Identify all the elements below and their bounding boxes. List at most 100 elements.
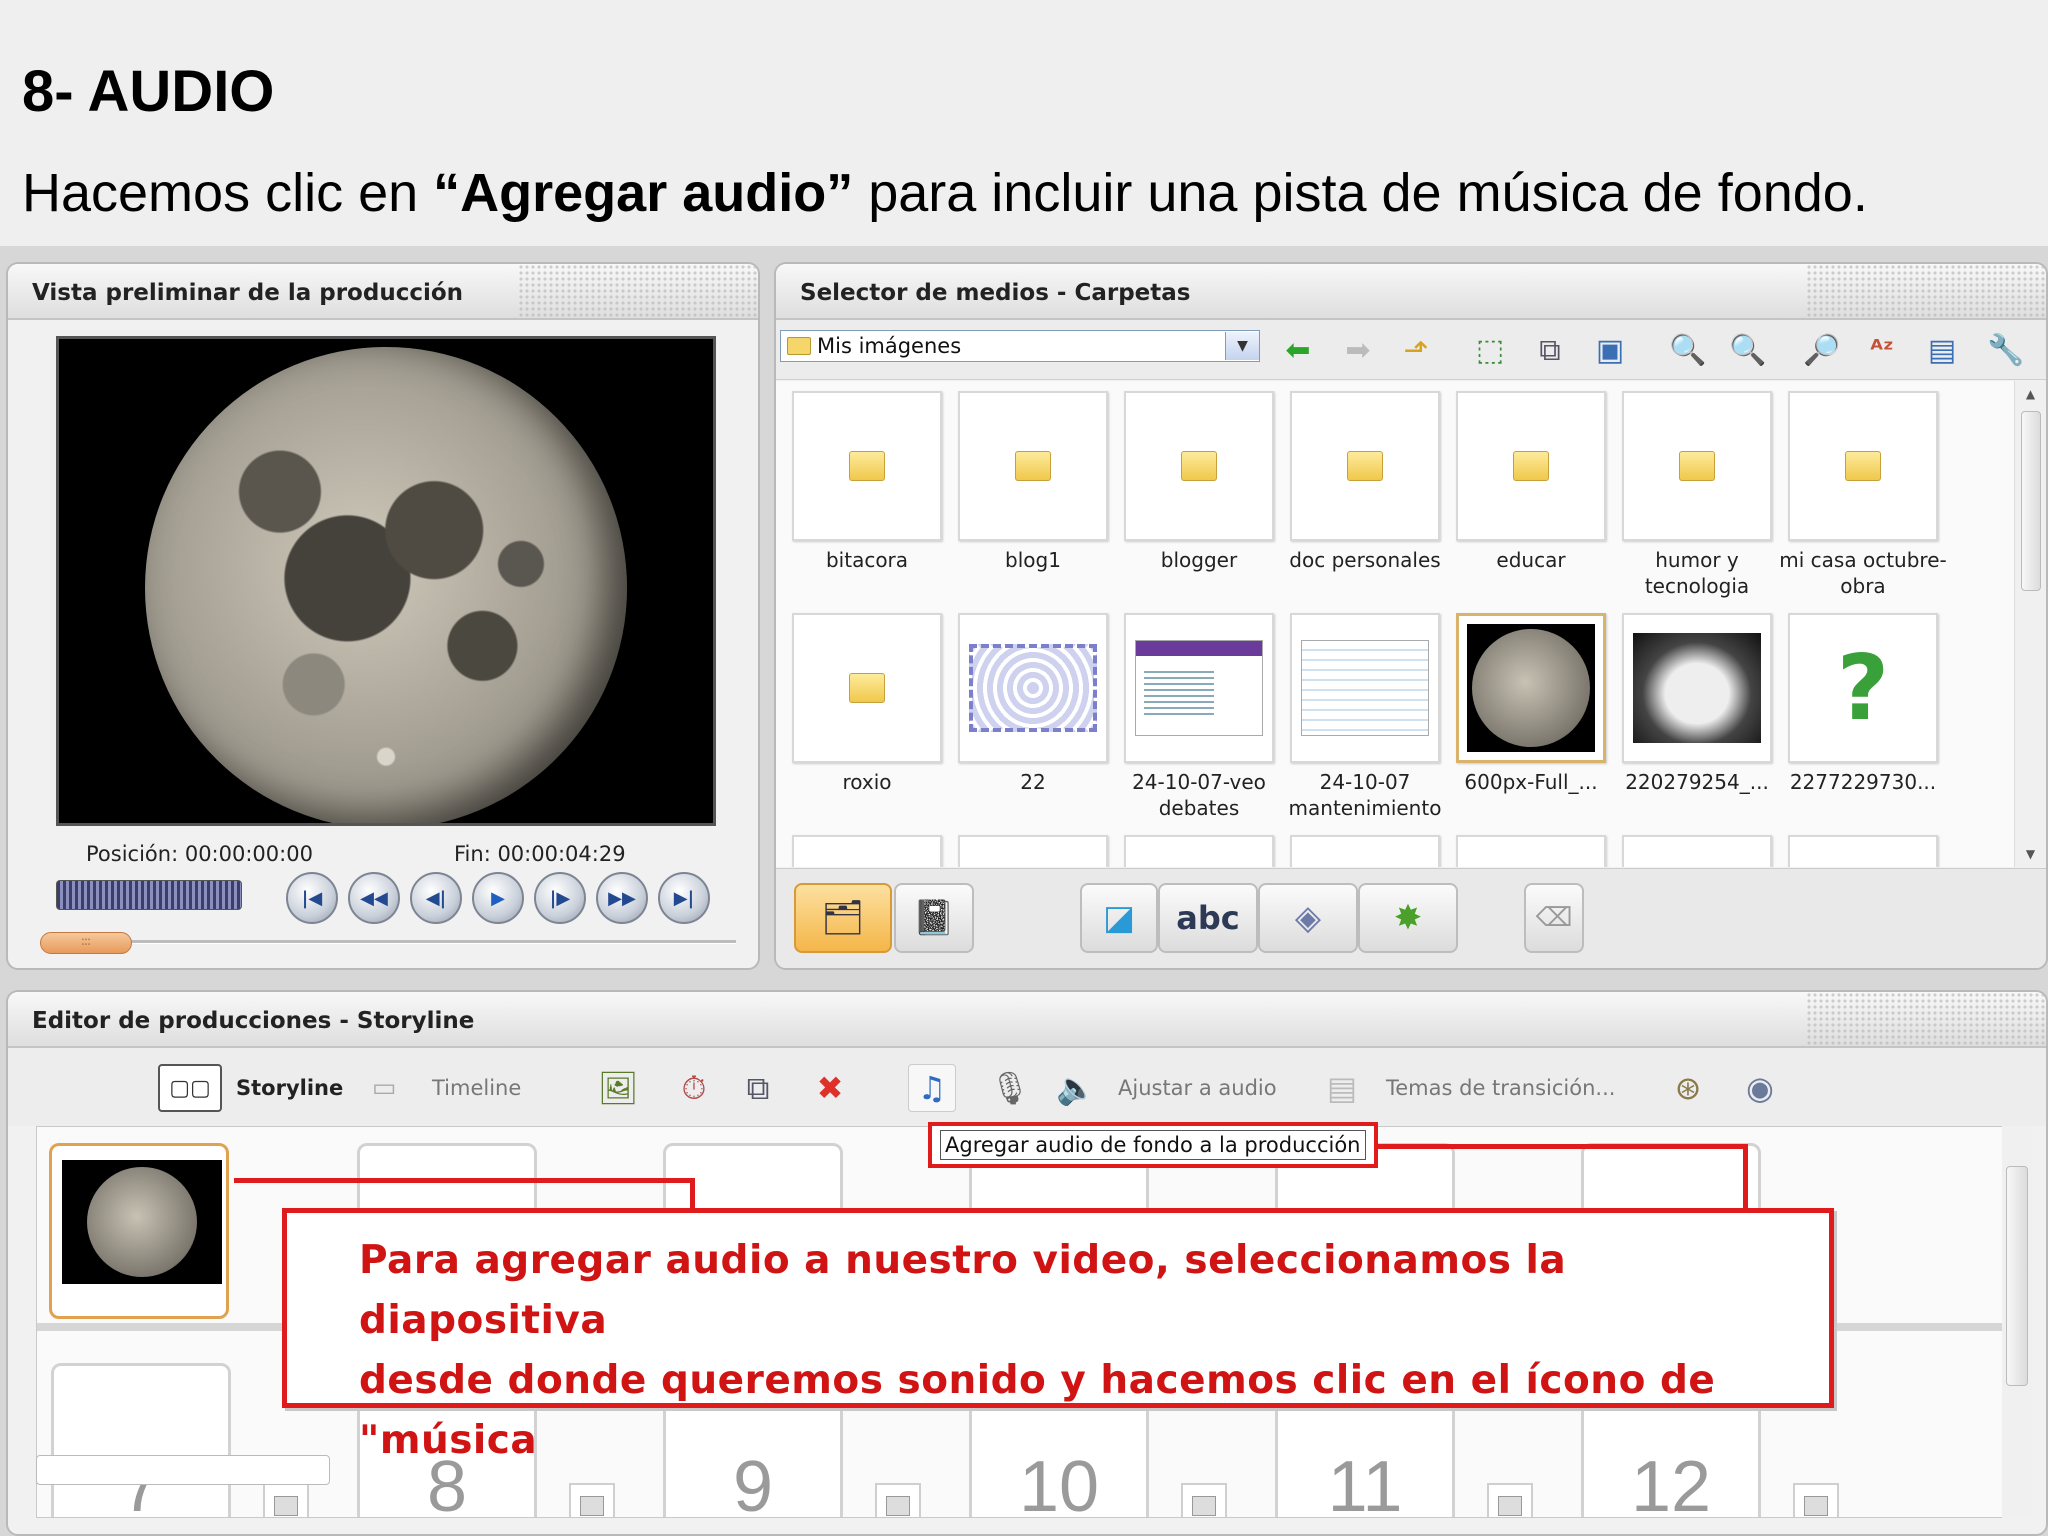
- microphone-icon[interactable]: 🎙: [986, 1064, 1034, 1112]
- media-item[interactable]: [958, 391, 1108, 541]
- copy-icon[interactable]: ⧉: [1530, 330, 1570, 370]
- transition-slot[interactable]: [1793, 1483, 1839, 1517]
- fast-forward-icon[interactable]: ▶▶: [596, 872, 648, 924]
- film-reel-icon[interactable]: ⊛: [1664, 1064, 1712, 1112]
- color-background-button[interactable]: ◪: [1080, 883, 1158, 953]
- media-item[interactable]: [1124, 835, 1274, 867]
- transition-slot[interactable]: [1487, 1483, 1533, 1517]
- sort-az-icon[interactable]: ᴬᶻ: [1862, 330, 1902, 370]
- annotation-line: [234, 1178, 694, 1183]
- text-button[interactable]: abc: [1158, 883, 1258, 953]
- speaker-icon[interactable]: 🔈: [1052, 1064, 1100, 1112]
- image-thumbnail: [969, 644, 1097, 732]
- horizontal-scrollbar-thumb[interactable]: [36, 1455, 330, 1485]
- scrollbar-thumb[interactable]: [2021, 411, 2041, 591]
- folder-icon: [849, 451, 885, 481]
- effects-button[interactable]: ✸: [1358, 883, 1458, 953]
- media-item[interactable]: [1124, 613, 1274, 763]
- step-back-icon[interactable]: ◀|: [410, 872, 462, 924]
- duration-icon[interactable]: ⏱: [670, 1064, 718, 1112]
- transition-themes-icon[interactable]: ▤: [1318, 1064, 1366, 1112]
- layers-icon: ◈: [1294, 898, 1322, 938]
- media-item-label: 220279254_...: [1625, 770, 1769, 794]
- callout-line-2: desde donde queremos sonido y hacemos cl…: [359, 1358, 1716, 1463]
- media-item[interactable]: [1124, 391, 1274, 541]
- transition-slot[interactable]: [875, 1483, 921, 1517]
- media-item[interactable]: [1290, 391, 1440, 541]
- step-forward-icon[interactable]: |▶: [534, 872, 586, 924]
- scrub-track[interactable]: [42, 940, 736, 944]
- folder-icon: [1679, 451, 1715, 481]
- storyline-icon[interactable]: ▢▢: [158, 1064, 222, 1112]
- tooltip-text: Agregar audio de fondo a la producción: [940, 1130, 1366, 1160]
- edit-slide-icon[interactable]: 🖼: [594, 1064, 642, 1112]
- scrollbar-thumb[interactable]: [2006, 1166, 2028, 1386]
- scroll-down-icon[interactable]: ▼: [2015, 841, 2046, 867]
- add-audio-icon[interactable]: ♫: [908, 1064, 956, 1112]
- skip-start-icon[interactable]: |◀: [286, 872, 338, 924]
- subtitle-bold: “Agregar audio”: [433, 163, 854, 223]
- editor-panel-title: Editor de producciones - Storyline: [8, 992, 2046, 1048]
- zoom-in-icon[interactable]: 🔍: [1668, 330, 1708, 370]
- media-item[interactable]: [1788, 835, 1938, 867]
- scroll-up-icon[interactable]: ▲: [2015, 381, 2046, 407]
- transition-themes-button[interactable]: Temas de transición...: [1386, 1066, 1615, 1110]
- transition-slot[interactable]: [1181, 1483, 1227, 1517]
- media-item-selected[interactable]: [1456, 613, 1606, 763]
- zoom-out-icon[interactable]: 🔍: [1728, 330, 1768, 370]
- subtitle-post: para incluir una pista de música de fond…: [853, 163, 1868, 223]
- media-item-label: 24-10-07-veo debates: [1132, 770, 1266, 820]
- forward-arrow-icon[interactable]: ➡: [1338, 330, 1378, 370]
- skip-end-icon[interactable]: ▶|: [658, 872, 710, 924]
- media-item[interactable]: [1290, 613, 1440, 763]
- tools-icon[interactable]: 🔧: [1986, 330, 2026, 370]
- rewind-icon[interactable]: ◀◀: [348, 872, 400, 924]
- select-all-icon[interactable]: ⬚: [1470, 330, 1510, 370]
- scrub-handle[interactable]: ∶∶∶: [40, 932, 132, 954]
- storyline-scrollbar[interactable]: [2002, 1126, 2032, 1518]
- transition-slot[interactable]: [263, 1483, 309, 1517]
- view-mode-icon[interactable]: ▤: [1922, 330, 1962, 370]
- delete-icon[interactable]: ✖: [806, 1064, 854, 1112]
- media-item[interactable]: [1788, 391, 1938, 541]
- media-item[interactable]: [1622, 835, 1772, 867]
- media-item[interactable]: [792, 613, 942, 763]
- media-item[interactable]: [792, 391, 942, 541]
- slide-1[interactable]: [49, 1143, 229, 1319]
- timeline-icon[interactable]: ▭: [360, 1064, 408, 1112]
- media-scrollbar[interactable]: ▲ ▼: [2014, 381, 2046, 867]
- storyline-tab[interactable]: Storyline: [236, 1066, 343, 1110]
- media-item[interactable]: [958, 835, 1108, 867]
- timeline-tab[interactable]: Timeline: [432, 1066, 521, 1110]
- folder-select[interactable]: Mis imágenes ▼: [780, 330, 1260, 362]
- audio-library-button[interactable]: 📓: [894, 883, 974, 953]
- folder-up-icon[interactable]: ⬏: [1396, 330, 1436, 370]
- media-item[interactable]: [1622, 613, 1772, 763]
- back-arrow-icon[interactable]: ⬅: [1278, 330, 1318, 370]
- media-panel-title: Selector de medios - Carpetas: [776, 264, 2046, 320]
- chevron-down-icon[interactable]: ▼: [1225, 332, 1259, 360]
- media-item[interactable]: [1456, 835, 1606, 867]
- layers-button[interactable]: ◈: [1258, 883, 1358, 953]
- play-icon[interactable]: ▶: [472, 872, 524, 924]
- duplicate-icon[interactable]: ⧉: [734, 1064, 782, 1112]
- media-item[interactable]: [792, 835, 942, 867]
- hide-button[interactable]: ⌫: [1524, 883, 1584, 953]
- dvd-icon[interactable]: ◉: [1736, 1064, 1784, 1112]
- media-item[interactable]: [1290, 835, 1440, 867]
- media-item-label: educar: [1496, 548, 1566, 572]
- folders-view-button[interactable]: 🗂: [794, 883, 892, 953]
- media-item[interactable]: [1456, 391, 1606, 541]
- header-dots: [518, 264, 758, 318]
- preview-panel: Vista preliminar de la producción Posici…: [6, 262, 760, 970]
- media-item[interactable]: [1622, 391, 1772, 541]
- media-item[interactable]: ?: [1788, 613, 1938, 763]
- transition-slot[interactable]: [569, 1483, 615, 1517]
- slide-7[interactable]: 7: [51, 1363, 231, 1517]
- volume-slider[interactable]: [56, 880, 242, 910]
- media-item[interactable]: [958, 613, 1108, 763]
- media-item-label: bitacora: [825, 548, 909, 572]
- slideshow-icon[interactable]: ▣: [1590, 330, 1630, 370]
- adjust-to-audio-button[interactable]: Ajustar a audio: [1118, 1066, 1277, 1110]
- search-icon[interactable]: 🔎: [1802, 330, 1842, 370]
